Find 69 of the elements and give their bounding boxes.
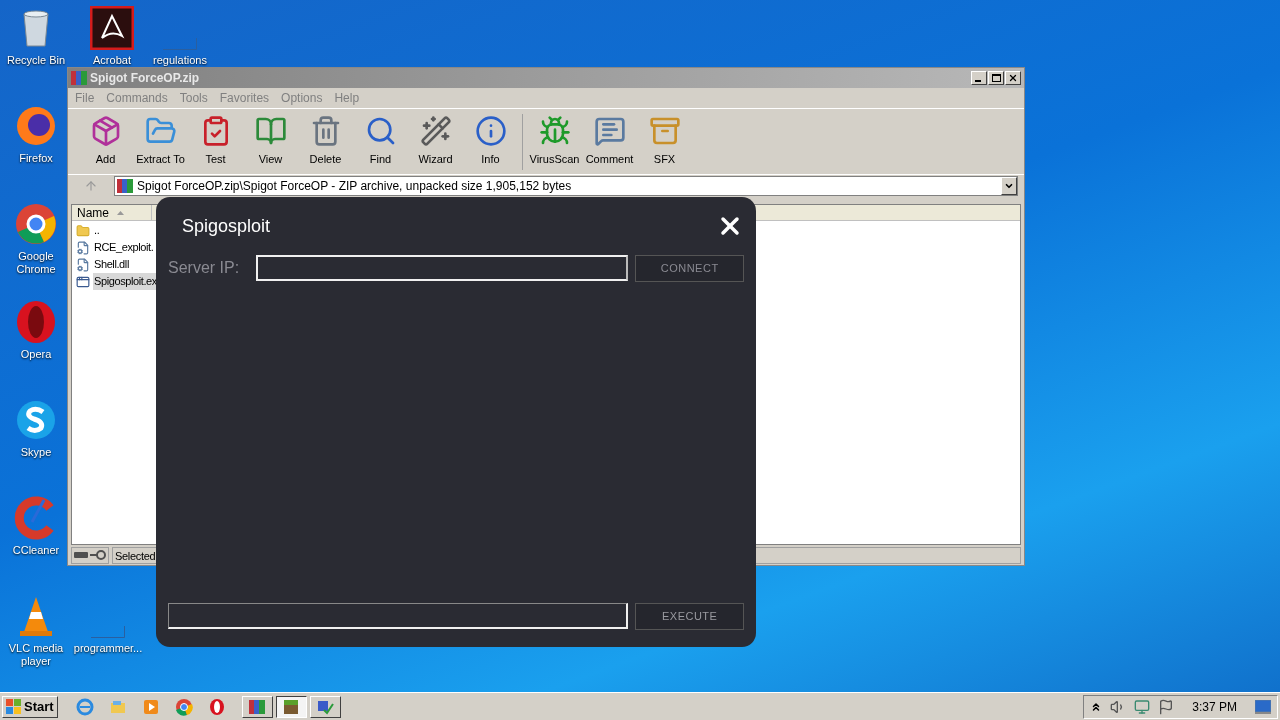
up-arrow-icon (84, 178, 98, 193)
maximize-icon (991, 74, 1001, 82)
gear-file-icon (76, 240, 90, 255)
letter-o-icon[interactable] (207, 697, 226, 716)
show-desktop-icon[interactable] (1255, 699, 1271, 714)
toolbar-button[interactable]: Add (78, 115, 133, 168)
folder-icon (76, 223, 90, 238)
file-name[interactable]: Shell.dll (93, 256, 130, 273)
window-icon (76, 274, 90, 289)
toolbar-button[interactable]: Test (188, 115, 243, 168)
dialog-title: Spigosploit (182, 214, 271, 238)
desktop-icon-label[interactable]: regulations (153, 54, 207, 67)
desktop-icon-label[interactable]: Opera (20, 348, 52, 361)
desktop-icon-label[interactable]: Skype (20, 446, 52, 459)
start-button[interactable]: Start (2, 695, 58, 718)
letter-o-icon (14, 300, 58, 344)
comment-icon (593, 115, 626, 148)
toolbar-button[interactable]: Comment (582, 115, 637, 168)
flag-icon[interactable] (1158, 698, 1175, 715)
desktop-icon-label[interactable]: Recycle Bin (6, 54, 66, 67)
browser-ball-icon (14, 202, 58, 246)
file-name[interactable]: .. (93, 222, 101, 239)
toolbar-button[interactable]: VirusScan (527, 115, 582, 168)
key-icon (90, 550, 106, 560)
toolbar-button[interactable]: Wizard (408, 115, 463, 168)
outline-corner-icon (163, 38, 197, 50)
desktop-icon-label[interactable]: VLC media player (3, 642, 69, 668)
desktop-icon-label[interactable]: programmer... (73, 642, 143, 655)
magic-wand-icon (419, 115, 452, 148)
server-label: Server IP: (168, 258, 241, 278)
path-text: Spigot ForceOP.zip\Spigot ForceOP - ZIP archive, unpacked size 1,905,152 bytes (137, 177, 572, 195)
desktop-icon-label[interactable]: Google Chrome (3, 250, 69, 276)
close-button[interactable] (1005, 71, 1021, 85)
window-title: Spigot ForceOP.zip (90, 70, 200, 87)
fox-globe-icon (14, 104, 58, 148)
dropdown-button[interactable] (1001, 176, 1017, 195)
maximize-button[interactable] (988, 71, 1004, 85)
toolbar-button[interactable]: View (243, 115, 298, 168)
toolbar-button[interactable]: SFX (637, 115, 692, 168)
server-field[interactable] (255, 255, 629, 281)
toolbar-button[interactable]: Extract To (133, 115, 188, 168)
outline-corner-icon (91, 626, 125, 638)
windows-logo-icon (6, 698, 22, 715)
toolbar-button[interactable]: Info (463, 115, 518, 168)
pdf-app-icon (90, 6, 134, 50)
toolbar-button[interactable]: Delete (298, 115, 353, 168)
execute-button[interactable]: EXECUTE (635, 602, 744, 630)
path-field[interactable]: Spigot ForceOP.zip\Spigot ForceOP - ZIP archive, unpacked size 1,905,152 bytes (114, 175, 1018, 196)
clock: 3:37 PM (1192, 698, 1237, 716)
taskbar-button[interactable] (275, 695, 307, 718)
info-icon (474, 115, 507, 148)
connect-button[interactable]: CONNECT (635, 254, 744, 282)
network-icon[interactable] (1134, 698, 1151, 715)
sort-arrow-icon (117, 210, 124, 215)
toolbar-button[interactable]: Find (353, 115, 408, 168)
drive-icon (74, 552, 88, 558)
desktop-icon-label[interactable]: CCleaner (12, 544, 60, 557)
grass-block-icon (282, 697, 301, 716)
minimize-button[interactable] (971, 71, 987, 85)
desktop-icon-label[interactable]: Firefox (19, 152, 53, 165)
command-field[interactable] (168, 603, 629, 629)
browser-ball-icon[interactable] (174, 697, 193, 716)
desktop-icon-label[interactable]: Acrobat (93, 54, 131, 67)
file-name[interactable]: Spigosploit.ex (93, 273, 158, 290)
file-name[interactable]: RCE_exploit. (93, 239, 155, 256)
s-cloud-icon (14, 398, 58, 442)
gear-file-icon (76, 257, 90, 272)
column-header[interactable]: Name (72, 205, 152, 220)
close-icon (1008, 73, 1018, 83)
